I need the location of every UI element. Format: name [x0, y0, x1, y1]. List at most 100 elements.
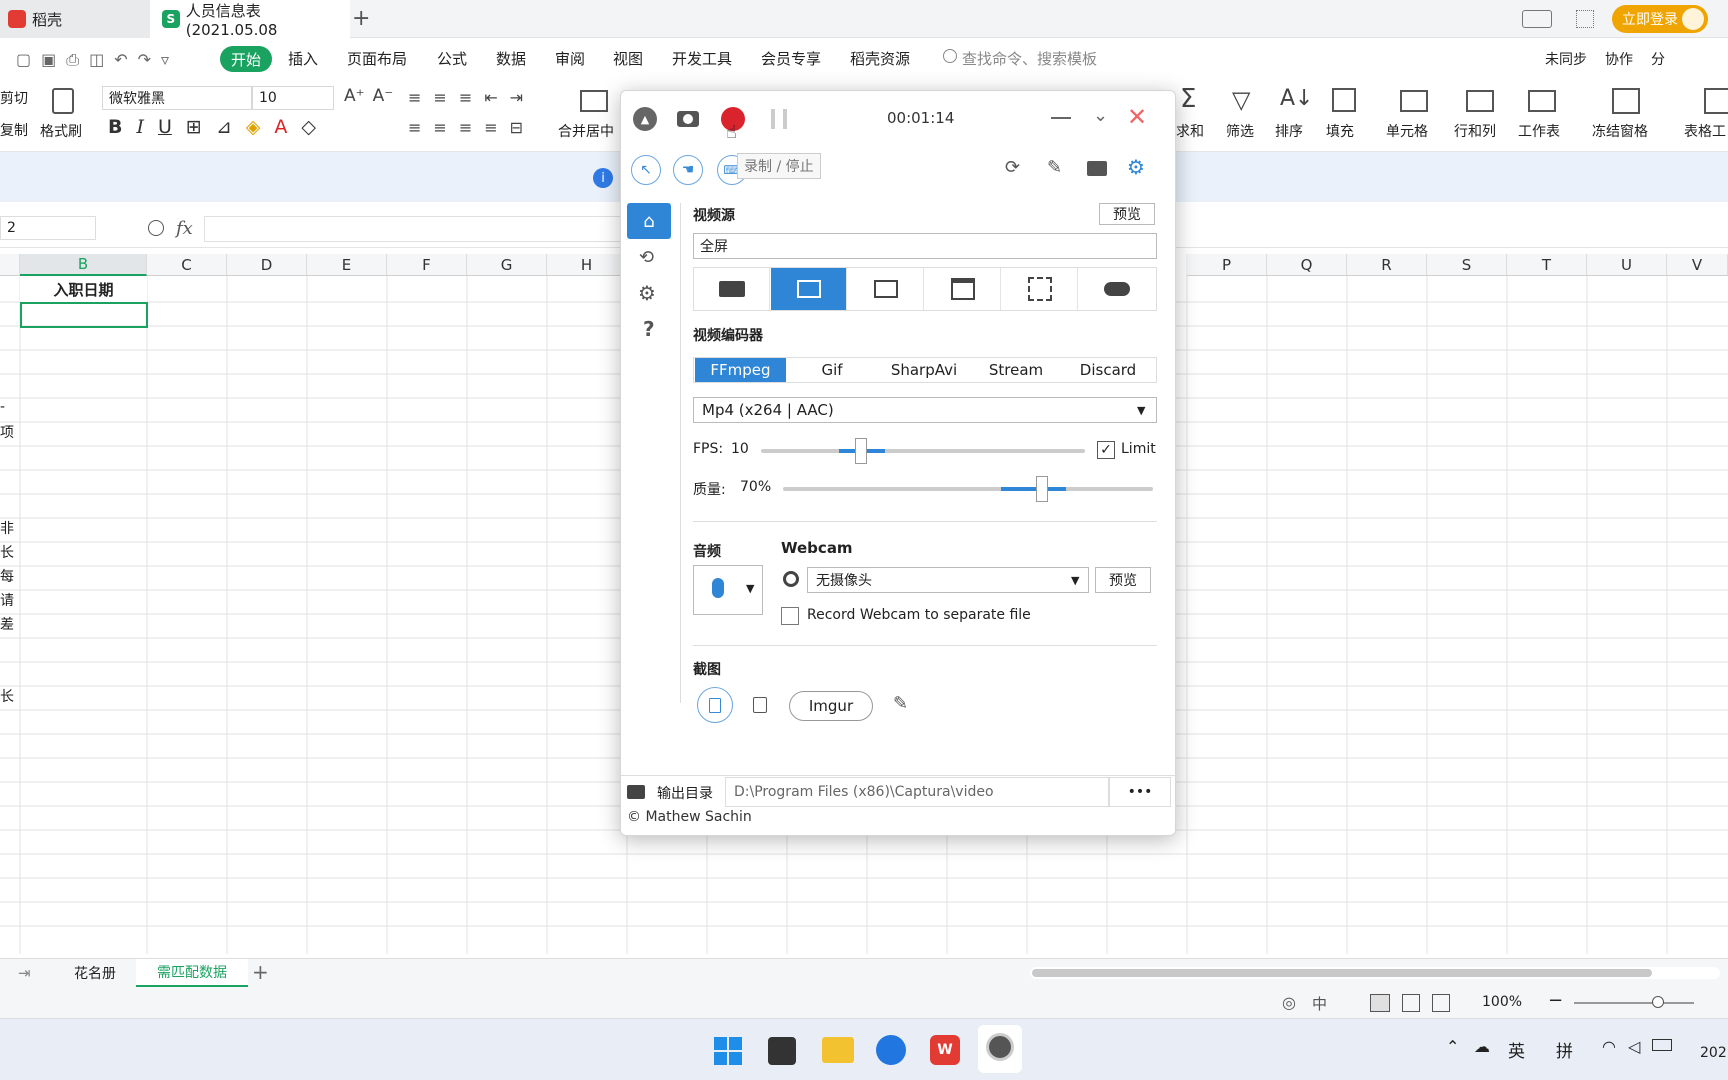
align-center-icon[interactable]: ≡ — [433, 118, 446, 137]
menu-start[interactable]: 开始 — [220, 46, 272, 72]
wps-icon[interactable]: W — [930, 1035, 960, 1065]
col-header-t[interactable]: T — [1507, 254, 1587, 276]
edit-pencil-icon[interactable]: ✎ — [893, 693, 908, 714]
format-painter-icon[interactable] — [52, 88, 74, 114]
menu-data[interactable]: 数据 — [496, 48, 526, 69]
fill-color-icon[interactable]: ◈ — [246, 116, 261, 138]
webcam-separate-checkbox[interactable] — [781, 607, 799, 625]
input-method-icon[interactable]: 中 — [1312, 993, 1327, 1014]
indent-increase-icon[interactable]: ⇥ — [510, 88, 523, 107]
page-layout-view-icon[interactable] — [1402, 994, 1420, 1012]
font-size-select[interactable]: 10 — [252, 86, 334, 110]
lang-indicator-en[interactable]: 英 — [1508, 1037, 1525, 1062]
source-fullscreen-button[interactable] — [771, 268, 847, 310]
settings-gear-icon[interactable]: ⚙ — [1127, 155, 1145, 179]
menu-view[interactable]: 视图 — [613, 48, 643, 69]
sidebar-settings-icon[interactable]: ⚙ — [638, 281, 656, 305]
format-select[interactable]: Mp4 (x264 | AAC) — [693, 397, 1157, 423]
video-source-field[interactable]: 全屏 — [693, 233, 1157, 259]
col-header-d[interactable]: D — [227, 254, 307, 276]
row-col-icon[interactable] — [1466, 90, 1494, 112]
task-view-icon[interactable] — [768, 1037, 796, 1065]
fill-icon[interactable] — [1332, 88, 1356, 112]
redo-icon[interactable]: ↷ — [138, 50, 151, 70]
output-folder-icon[interactable] — [627, 785, 645, 799]
source-region-button[interactable] — [1002, 268, 1078, 310]
table-tools-icon[interactable] — [1704, 88, 1728, 114]
merge-center-icon[interactable] — [580, 90, 608, 112]
battery-icon[interactable] — [1652, 1039, 1672, 1051]
font-color-icon[interactable]: A — [274, 116, 287, 138]
close-icon[interactable]: ✕ — [1127, 103, 1147, 131]
cell-icon[interactable] — [1400, 90, 1428, 112]
tray-expand-icon[interactable]: ⌃ — [1446, 1037, 1459, 1056]
tab-daoke[interactable]: 稻壳 — [0, 0, 150, 38]
sidebar-help-icon[interactable]: ? — [643, 317, 655, 341]
new-tab-icon[interactable]: + — [352, 6, 370, 31]
webcam-preview-button[interactable]: 预览 — [1095, 567, 1151, 593]
distribute-icon[interactable]: ⊟ — [510, 118, 523, 137]
clear-format-icon[interactable]: ◇ — [301, 116, 316, 138]
menu-member[interactable]: 会员专享 — [761, 48, 821, 69]
indent-decrease-icon[interactable]: ⇤ — [484, 88, 497, 107]
video-source-preview-button[interactable]: 预览 — [1099, 203, 1155, 225]
file-explorer-icon[interactable] — [822, 1037, 854, 1063]
source-game-button[interactable] — [1079, 268, 1155, 310]
align-right-icon[interactable]: ≡ — [459, 118, 472, 137]
col-header-g[interactable]: G — [467, 254, 547, 276]
col-header-s[interactable]: S — [1427, 254, 1507, 276]
login-button[interactable]: 立即登录 — [1612, 5, 1708, 33]
clock[interactable]: 202 — [1700, 1045, 1727, 1061]
last-sheet-icon[interactable]: ⇥ — [18, 964, 31, 982]
col-header-q[interactable]: Q — [1267, 254, 1347, 276]
encoder-sharpavi[interactable]: SharpAvi — [878, 358, 970, 382]
layout-icon[interactable] — [1522, 10, 1552, 28]
zoom-out-icon[interactable]: − — [1548, 990, 1563, 1011]
captura-task-active[interactable] — [978, 1025, 1022, 1073]
export-icon[interactable]: ▣ — [41, 50, 56, 70]
more-button[interactable]: ••• — [1109, 777, 1171, 807]
fx-icon[interactable]: fx — [176, 218, 193, 239]
print-preview-icon[interactable]: ◫ — [89, 50, 104, 70]
refresh-icon[interactable]: ⟳ — [1005, 157, 1020, 178]
col-header-p[interactable]: P — [1187, 254, 1267, 276]
quality-slider[interactable] — [783, 487, 1153, 491]
zoom-formula-icon[interactable] — [148, 220, 164, 236]
webcam-select[interactable]: 无摄像头 — [807, 567, 1089, 593]
save-icon[interactable]: ▢ — [16, 50, 31, 70]
search-command[interactable]: 查找命令、搜索模板 — [962, 48, 1097, 69]
copy-button[interactable]: 复制 — [0, 120, 28, 140]
volume-icon[interactable]: ◁ — [1628, 1037, 1640, 1056]
menu-page-layout[interactable]: 页面布局 — [347, 48, 407, 69]
onedrive-icon[interactable]: ☁ — [1474, 1037, 1490, 1056]
windows-start-icon[interactable] — [714, 1037, 742, 1065]
output-path-field[interactable]: D:\Program Files (x86)\Captura\video — [725, 777, 1109, 807]
eye-protect-icon[interactable]: ◎ — [1282, 993, 1296, 1012]
menu-developer[interactable]: 开发工具 — [672, 48, 732, 69]
freeze-icon[interactable] — [1612, 88, 1640, 114]
wifi-icon[interactable]: ◠ — [1602, 1037, 1616, 1056]
click-tool-icon[interactable]: ☚ — [673, 155, 703, 185]
cell-b1[interactable]: 入职日期 — [20, 276, 147, 302]
minimize-icon[interactable] — [1051, 117, 1071, 119]
expand-down-icon[interactable]: ⌄ — [1093, 105, 1108, 126]
audio-device-button[interactable]: ▼ — [693, 565, 763, 615]
fps-slider[interactable] — [761, 449, 1085, 453]
col-header-e[interactable]: E — [307, 254, 387, 276]
align-bottom-icon[interactable]: ≡ — [459, 88, 472, 107]
collab-button[interactable]: 协作 — [1605, 49, 1633, 69]
align-left-icon[interactable]: ≡ — [408, 118, 421, 137]
bold-icon[interactable]: B — [108, 116, 122, 138]
horizontal-scrollbar[interactable] — [1030, 967, 1720, 979]
menu-daoke-resources[interactable]: 稻壳资源 — [850, 48, 910, 69]
col-header-r[interactable]: R — [1347, 254, 1427, 276]
add-sheet-icon[interactable]: + — [252, 960, 269, 984]
scroll-thumb[interactable] — [1032, 969, 1652, 977]
sheet-tab-match[interactable]: 需匹配数据 — [136, 959, 248, 987]
col-header-f[interactable]: F — [387, 254, 467, 276]
align-top-icon[interactable]: ≡ — [408, 88, 421, 107]
grow-font-icon[interactable]: A⁺ — [344, 86, 365, 106]
col-header-c[interactable]: C — [147, 254, 227, 276]
share-button[interactable]: 分 — [1651, 49, 1665, 69]
encoder-gif[interactable]: Gif — [786, 358, 878, 382]
